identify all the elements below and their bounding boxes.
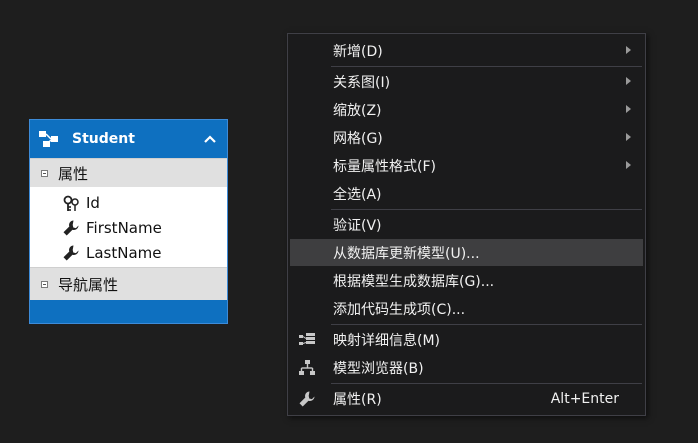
menu-item-label: 映射详细信息(M): [333, 332, 441, 349]
property-name: FirstName: [86, 218, 162, 237]
menu-item-label: 新增(D): [333, 43, 383, 60]
property-name: LastName: [86, 243, 162, 262]
menu-item-select-all[interactable]: 全选(A): [290, 180, 643, 207]
menu-item-diagram[interactable]: 关系图(I): [290, 68, 643, 95]
menu-item-label: 属性(R): [333, 391, 382, 408]
menu-item-model-browser[interactable]: 模型浏览器(B): [290, 354, 643, 381]
menu-item-label: 全选(A): [333, 186, 382, 203]
wrench-icon: [299, 391, 315, 407]
wrench-icon: [63, 220, 79, 235]
property-row-firstname[interactable]: FirstName: [30, 215, 227, 240]
menu-separator: [331, 66, 642, 67]
model-browser-icon: [299, 360, 315, 375]
submenu-arrow-icon: [626, 77, 631, 85]
menu-item-label: 根据模型生成数据库(G)...: [333, 273, 495, 290]
collapse-toggle-icon[interactable]: [41, 280, 48, 288]
entity-header[interactable]: Student: [30, 120, 227, 158]
collapse-toggle-icon[interactable]: [41, 169, 48, 177]
section-label: 属性: [58, 164, 89, 183]
property-row-lastname[interactable]: LastName: [30, 240, 227, 265]
menu-item-zoom[interactable]: 缩放(Z): [290, 96, 643, 123]
wrench-icon: [63, 245, 79, 260]
menu-separator: [331, 209, 642, 210]
menu-item-label: 网格(G): [333, 130, 383, 147]
menu-item-update-model-from-database[interactable]: 从数据库更新模型(U)...: [290, 239, 643, 266]
menu-item-label: 标量属性格式(F): [333, 158, 436, 175]
menu-item-add-code-generation-item[interactable]: 添加代码生成项(C)...: [290, 295, 643, 322]
chevron-up-icon[interactable]: [203, 132, 217, 146]
property-name: Id: [86, 193, 100, 212]
submenu-arrow-icon: [626, 46, 631, 54]
menu-item-properties[interactable]: 属性(R) Alt+Enter: [290, 385, 643, 412]
menu-item-scalar-property-format[interactable]: 标量属性格式(F): [290, 152, 643, 179]
entity-type-icon: [39, 131, 58, 147]
menu-item-label: 验证(V): [333, 217, 382, 234]
property-list: Id FirstName LastName: [30, 187, 227, 267]
menu-item-grid[interactable]: 网格(G): [290, 124, 643, 151]
submenu-arrow-icon: [626, 105, 631, 113]
menu-item-label: 添加代码生成项(C)...: [333, 301, 466, 318]
entity-student[interactable]: Student 属性 Id FirstName LastName 导航属性: [29, 119, 228, 324]
menu-separator: [331, 324, 642, 325]
menu-item-add[interactable]: 新增(D): [290, 37, 643, 64]
key-icon: [63, 195, 79, 211]
menu-item-validate[interactable]: 验证(V): [290, 211, 643, 238]
menu-item-generate-database-from-model[interactable]: 根据模型生成数据库(G)...: [290, 267, 643, 294]
mapping-details-icon: [299, 333, 315, 345]
section-label: 导航属性: [58, 275, 119, 294]
section-header-navigation-properties[interactable]: 导航属性: [30, 267, 227, 300]
submenu-arrow-icon: [626, 133, 631, 141]
context-menu: 新增(D) 关系图(I) 缩放(Z) 网格(G) 标量属性格式(F) 全选(A)…: [287, 33, 646, 416]
entity-title: Student: [72, 131, 135, 147]
menu-item-label: 关系图(I): [333, 74, 391, 91]
menu-item-label: 缩放(Z): [333, 102, 382, 119]
menu-separator: [331, 383, 642, 384]
submenu-arrow-icon: [626, 161, 631, 169]
menu-item-label: 模型浏览器(B): [333, 360, 424, 377]
property-row-id[interactable]: Id: [30, 190, 227, 215]
menu-item-shortcut: Alt+Enter: [550, 390, 619, 407]
menu-item-label: 从数据库更新模型(U)...: [333, 245, 480, 262]
menu-item-mapping-details[interactable]: 映射详细信息(M): [290, 326, 643, 353]
section-header-properties[interactable]: 属性: [30, 158, 227, 187]
